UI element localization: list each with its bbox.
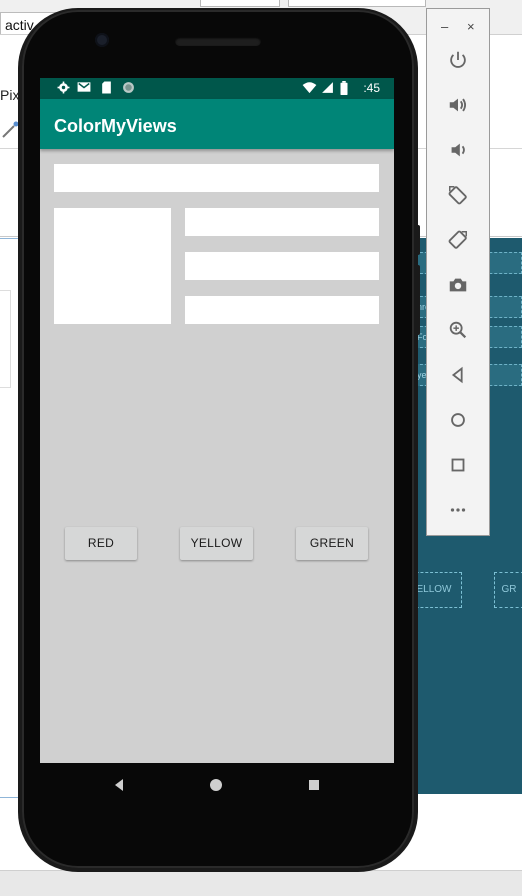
ide-toolbar-box[interactable] (200, 0, 280, 7)
status-bar: :45 (40, 78, 394, 99)
signal-icon (320, 81, 334, 95)
navigation-bar (40, 763, 394, 807)
overview-icon[interactable] (444, 451, 472, 479)
zoom-icon[interactable] (444, 316, 472, 344)
minimize-button[interactable]: – (441, 19, 448, 34)
battery-icon (337, 81, 351, 95)
gear-icon (56, 81, 70, 95)
box-three-text[interactable] (185, 208, 379, 236)
wifi-icon (302, 81, 317, 95)
volume-down-icon[interactable] (444, 136, 472, 164)
home-icon[interactable] (206, 775, 226, 795)
red-button[interactable]: RED (65, 527, 137, 560)
ide-status-bar (0, 870, 522, 896)
front-camera (95, 33, 109, 47)
status-time: :45 (363, 81, 380, 95)
box-four-text[interactable] (185, 252, 379, 280)
home-icon[interactable] (444, 406, 472, 434)
camera-icon[interactable] (444, 271, 472, 299)
phone-power-button[interactable] (414, 225, 420, 255)
yellow-button[interactable]: YELLOW (180, 527, 253, 560)
gmail-icon (77, 81, 91, 95)
emulator-toolbar: – × (426, 8, 490, 536)
green-button[interactable]: GREEN (296, 527, 368, 560)
blueprint-green-button: GR (494, 572, 522, 608)
box-five-text[interactable] (185, 296, 379, 324)
phone-volume-button[interactable] (414, 265, 420, 335)
volume-up-icon[interactable] (444, 91, 472, 119)
sync-icon (121, 81, 135, 95)
rotate-right-icon[interactable] (444, 226, 472, 254)
ide-toolbar-box[interactable] (288, 0, 426, 7)
rotate-left-icon[interactable] (444, 181, 472, 209)
back-icon[interactable] (444, 361, 472, 389)
ide-left-box (0, 290, 11, 388)
app-bar: ColorMyViews (40, 99, 394, 149)
close-button[interactable]: × (467, 19, 475, 34)
box-two-text[interactable] (54, 208, 171, 324)
more-icon[interactable] (444, 496, 472, 524)
app-title: ColorMyViews (54, 116, 177, 136)
power-icon[interactable] (444, 46, 472, 74)
box-one-text[interactable] (54, 164, 379, 192)
earpiece-speaker (175, 37, 261, 46)
recents-icon[interactable] (304, 775, 324, 795)
phone-screen: :45 ColorMyViews RED YELLOW GREEN (40, 78, 394, 763)
back-icon[interactable] (109, 775, 129, 795)
sd-card-icon (99, 81, 113, 95)
